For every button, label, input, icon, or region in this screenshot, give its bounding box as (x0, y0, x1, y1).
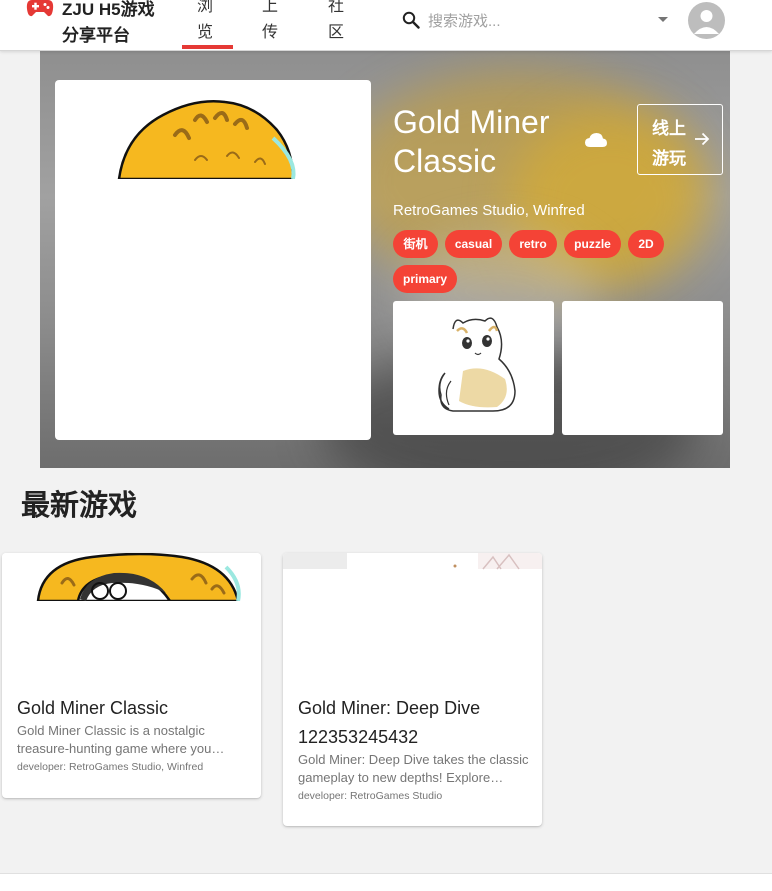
featured-title: Gold Miner Classic (393, 104, 550, 179)
arrow-right-icon (695, 132, 710, 146)
app-bar: ZJU H5游戏 分享平台 浏览 上传 社区 (0, 0, 772, 51)
site-brand[interactable]: ZJU H5游戏 分享平台 (62, 0, 172, 49)
screenshot-thumbnail[interactable] (393, 301, 554, 435)
tag-chip[interactable]: casual (445, 230, 502, 258)
tag-chip[interactable]: 街机 (393, 230, 438, 258)
page-footer (0, 873, 772, 891)
featured-game-hero: Gold Miner Classic 线上游玩 RetroGames Studi… (40, 51, 730, 468)
game-card[interactable]: Gold Miner: Deep Dive 122353245432 Gold … (283, 553, 542, 826)
tab-browse[interactable]: 浏览 (195, 0, 215, 46)
gamepad-icon[interactable] (26, 0, 54, 18)
screenshot-thumbnail[interactable] (562, 301, 723, 435)
tag-chip[interactable]: puzzle (564, 230, 621, 258)
game-card-title[interactable]: Gold Miner Classic (17, 694, 249, 723)
featured-cover-image[interactable] (55, 80, 371, 440)
game-card-developer: developer: RetroGames Studio (298, 790, 443, 802)
game-card-title[interactable]: Gold Miner: Deep Dive 122353245432 (298, 694, 530, 752)
tag-chip[interactable]: 2D (628, 230, 664, 258)
game-card-description: Gold Miner Classic is a nostalgic treasu… (17, 723, 225, 756)
game-card-cover-image[interactable] (2, 553, 261, 673)
play-online-label: 线上游玩 (652, 119, 686, 168)
tag-chip[interactable]: retro (509, 230, 557, 258)
active-tab-indicator (182, 45, 233, 49)
game-card-developer: developer: RetroGames Studio, Winfred (17, 761, 204, 773)
search-input[interactable] (428, 9, 648, 33)
featured-developer: RetroGames Studio, Winfred (393, 202, 585, 219)
account-circle-icon[interactable] (688, 2, 725, 39)
game-card-cover-image[interactable] (283, 553, 542, 673)
latest-games-heading: 最新游戏 (21, 490, 138, 522)
tab-community[interactable]: 社区 (326, 0, 346, 46)
cloud-icon (585, 133, 607, 147)
game-card-description: Gold Miner: Deep Dive takes the classic … (298, 752, 529, 785)
tag-chip[interactable]: primary (393, 265, 457, 293)
play-online-button[interactable]: 线上游玩 (637, 104, 723, 175)
game-card[interactable]: Gold Miner Classic Gold Miner Classic is… (2, 553, 261, 798)
tab-upload[interactable]: 上传 (260, 0, 280, 46)
chevron-down-icon[interactable] (658, 17, 668, 22)
search-icon (402, 11, 420, 29)
